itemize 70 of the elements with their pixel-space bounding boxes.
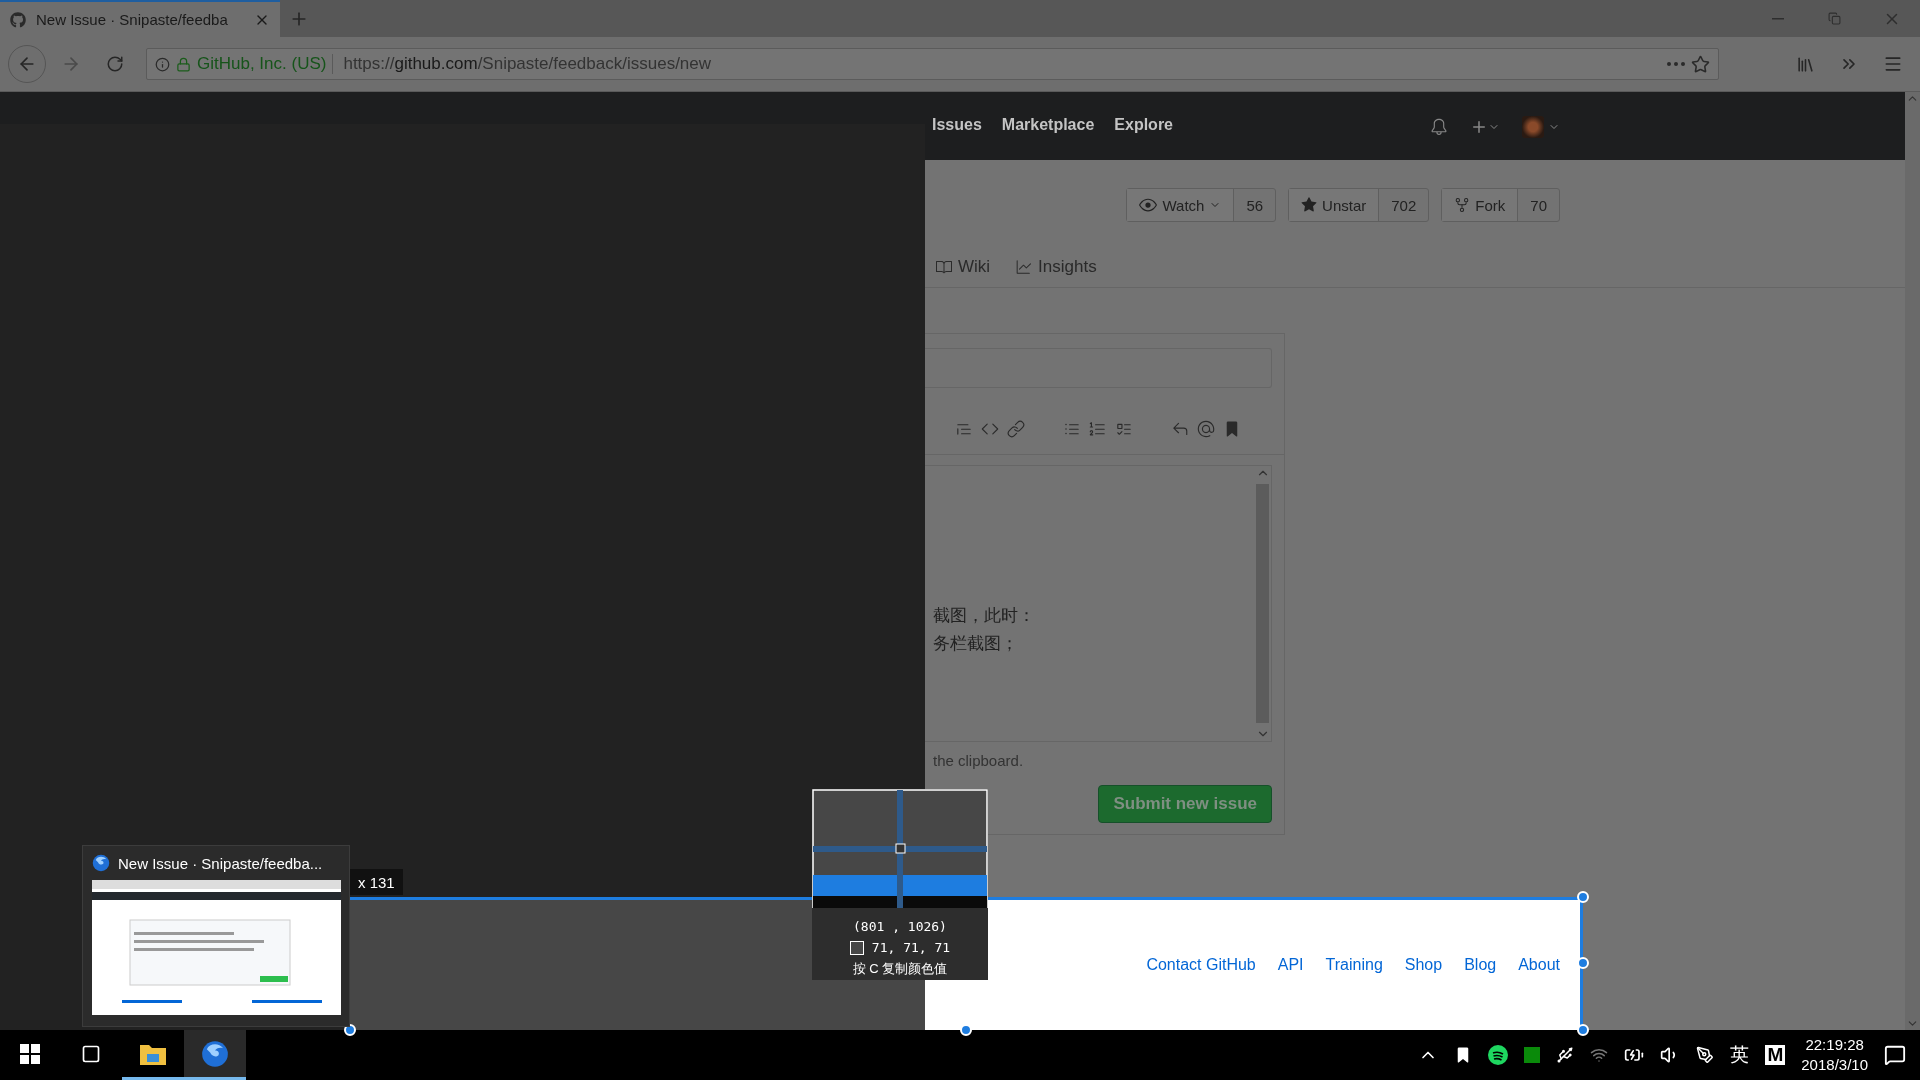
task-view-icon [81, 1043, 101, 1064]
windows-logo [20, 1043, 40, 1064]
create-menu[interactable] [1470, 118, 1500, 136]
footer-link[interactable]: Shop [1404, 956, 1443, 974]
firefox-taskbar-button[interactable] [184, 1030, 246, 1080]
comment-field[interactable]: 截图，此时： 务栏截图； [925, 465, 1272, 742]
firefox-icon [92, 854, 110, 872]
plus-icon [1470, 118, 1488, 136]
wifi-icon [1590, 1046, 1609, 1064]
nav-link[interactable]: Marketplace [1001, 116, 1095, 134]
notifications-icon [1884, 1044, 1906, 1066]
watch-button[interactable]: Watch [1127, 189, 1235, 221]
page-scrollbar[interactable] [1905, 92, 1920, 1030]
fork-button[interactable]: Fork [1442, 189, 1519, 221]
count-link[interactable]: 70 [1518, 189, 1559, 221]
repo-tab[interactable]: Insights [1016, 257, 1097, 277]
info-icon [155, 56, 170, 72]
title-field[interactable] [925, 348, 1272, 388]
link-icon [1007, 420, 1025, 438]
repo-tab[interactable]: Wiki [936, 257, 991, 277]
copy-hint: 按 C 复制颜色值 [852, 960, 948, 979]
address-bar[interactable]: GitHub, Inc. (US) https://github.com/Snipaste/feedback/issues/new [146, 48, 1719, 80]
more-icon[interactable] [1667, 62, 1685, 66]
library-icon [1795, 54, 1815, 74]
menu-icon [1883, 54, 1903, 74]
cursor-position: (801 , 1026) [853, 918, 947, 934]
bell-icon [1430, 118, 1448, 136]
comment-text: 截图，此时： [933, 605, 1036, 627]
preview-title: New Issue · Snipaste/feedba... [118, 854, 323, 872]
reload-icon [106, 55, 124, 73]
color-swatch [849, 940, 864, 955]
lock-icon [176, 56, 191, 72]
hint-text: the clipboard. [932, 751, 1025, 769]
footer-link[interactable]: API [1277, 956, 1304, 974]
footer-link[interactable]: Training [1325, 956, 1383, 974]
input-method[interactable]: 英 [1730, 1042, 1750, 1068]
count-link[interactable]: 702 [1379, 189, 1429, 221]
size-label: x 131 [350, 869, 403, 895]
book-icon [936, 259, 952, 275]
input-mode[interactable]: M [1765, 1045, 1786, 1065]
minimize-icon [1771, 17, 1784, 20]
avatar-menu[interactable] [1522, 116, 1560, 138]
count-link[interactable]: 56 [1234, 189, 1276, 221]
footer-link[interactable]: Blog [1464, 956, 1497, 974]
app-icon[interactable] [1524, 1047, 1541, 1063]
music-app-icon[interactable] [1488, 1045, 1509, 1065]
nav-link[interactable]: Explore [1114, 116, 1173, 134]
pen-icon [1696, 1046, 1715, 1064]
restore-icon [1828, 12, 1841, 25]
eye-icon [1139, 196, 1158, 214]
star-icon [1301, 197, 1318, 213]
github-icon [10, 11, 26, 28]
footer-link[interactable]: Contact GitHub [1146, 956, 1256, 974]
window-preview[interactable]: New Issue · Snipaste/feedba... [82, 845, 350, 1027]
footer-link[interactable]: About [1518, 956, 1560, 974]
firefox-icon [201, 1039, 229, 1068]
star-icon [1691, 54, 1710, 74]
usb-icon [1556, 1046, 1575, 1064]
nav-link[interactable]: Issues [932, 116, 982, 134]
fork-icon [1454, 197, 1471, 213]
numbered-list-icon [1089, 420, 1107, 438]
reply-icon [1171, 420, 1189, 438]
mention-icon [1197, 420, 1215, 438]
comment-text: 务栏截图； [933, 633, 1019, 655]
avatar [1522, 116, 1544, 138]
browser-tab[interactable]: New Issue · Snipaste/feedba [0, 0, 280, 37]
clock[interactable]: 22:19:28 2018/3/10 [1801, 1035, 1868, 1075]
rgb-value: 71, 71, 71 [871, 940, 951, 956]
graph-icon [1016, 259, 1033, 275]
star-button[interactable]: Unstar [1289, 189, 1380, 221]
